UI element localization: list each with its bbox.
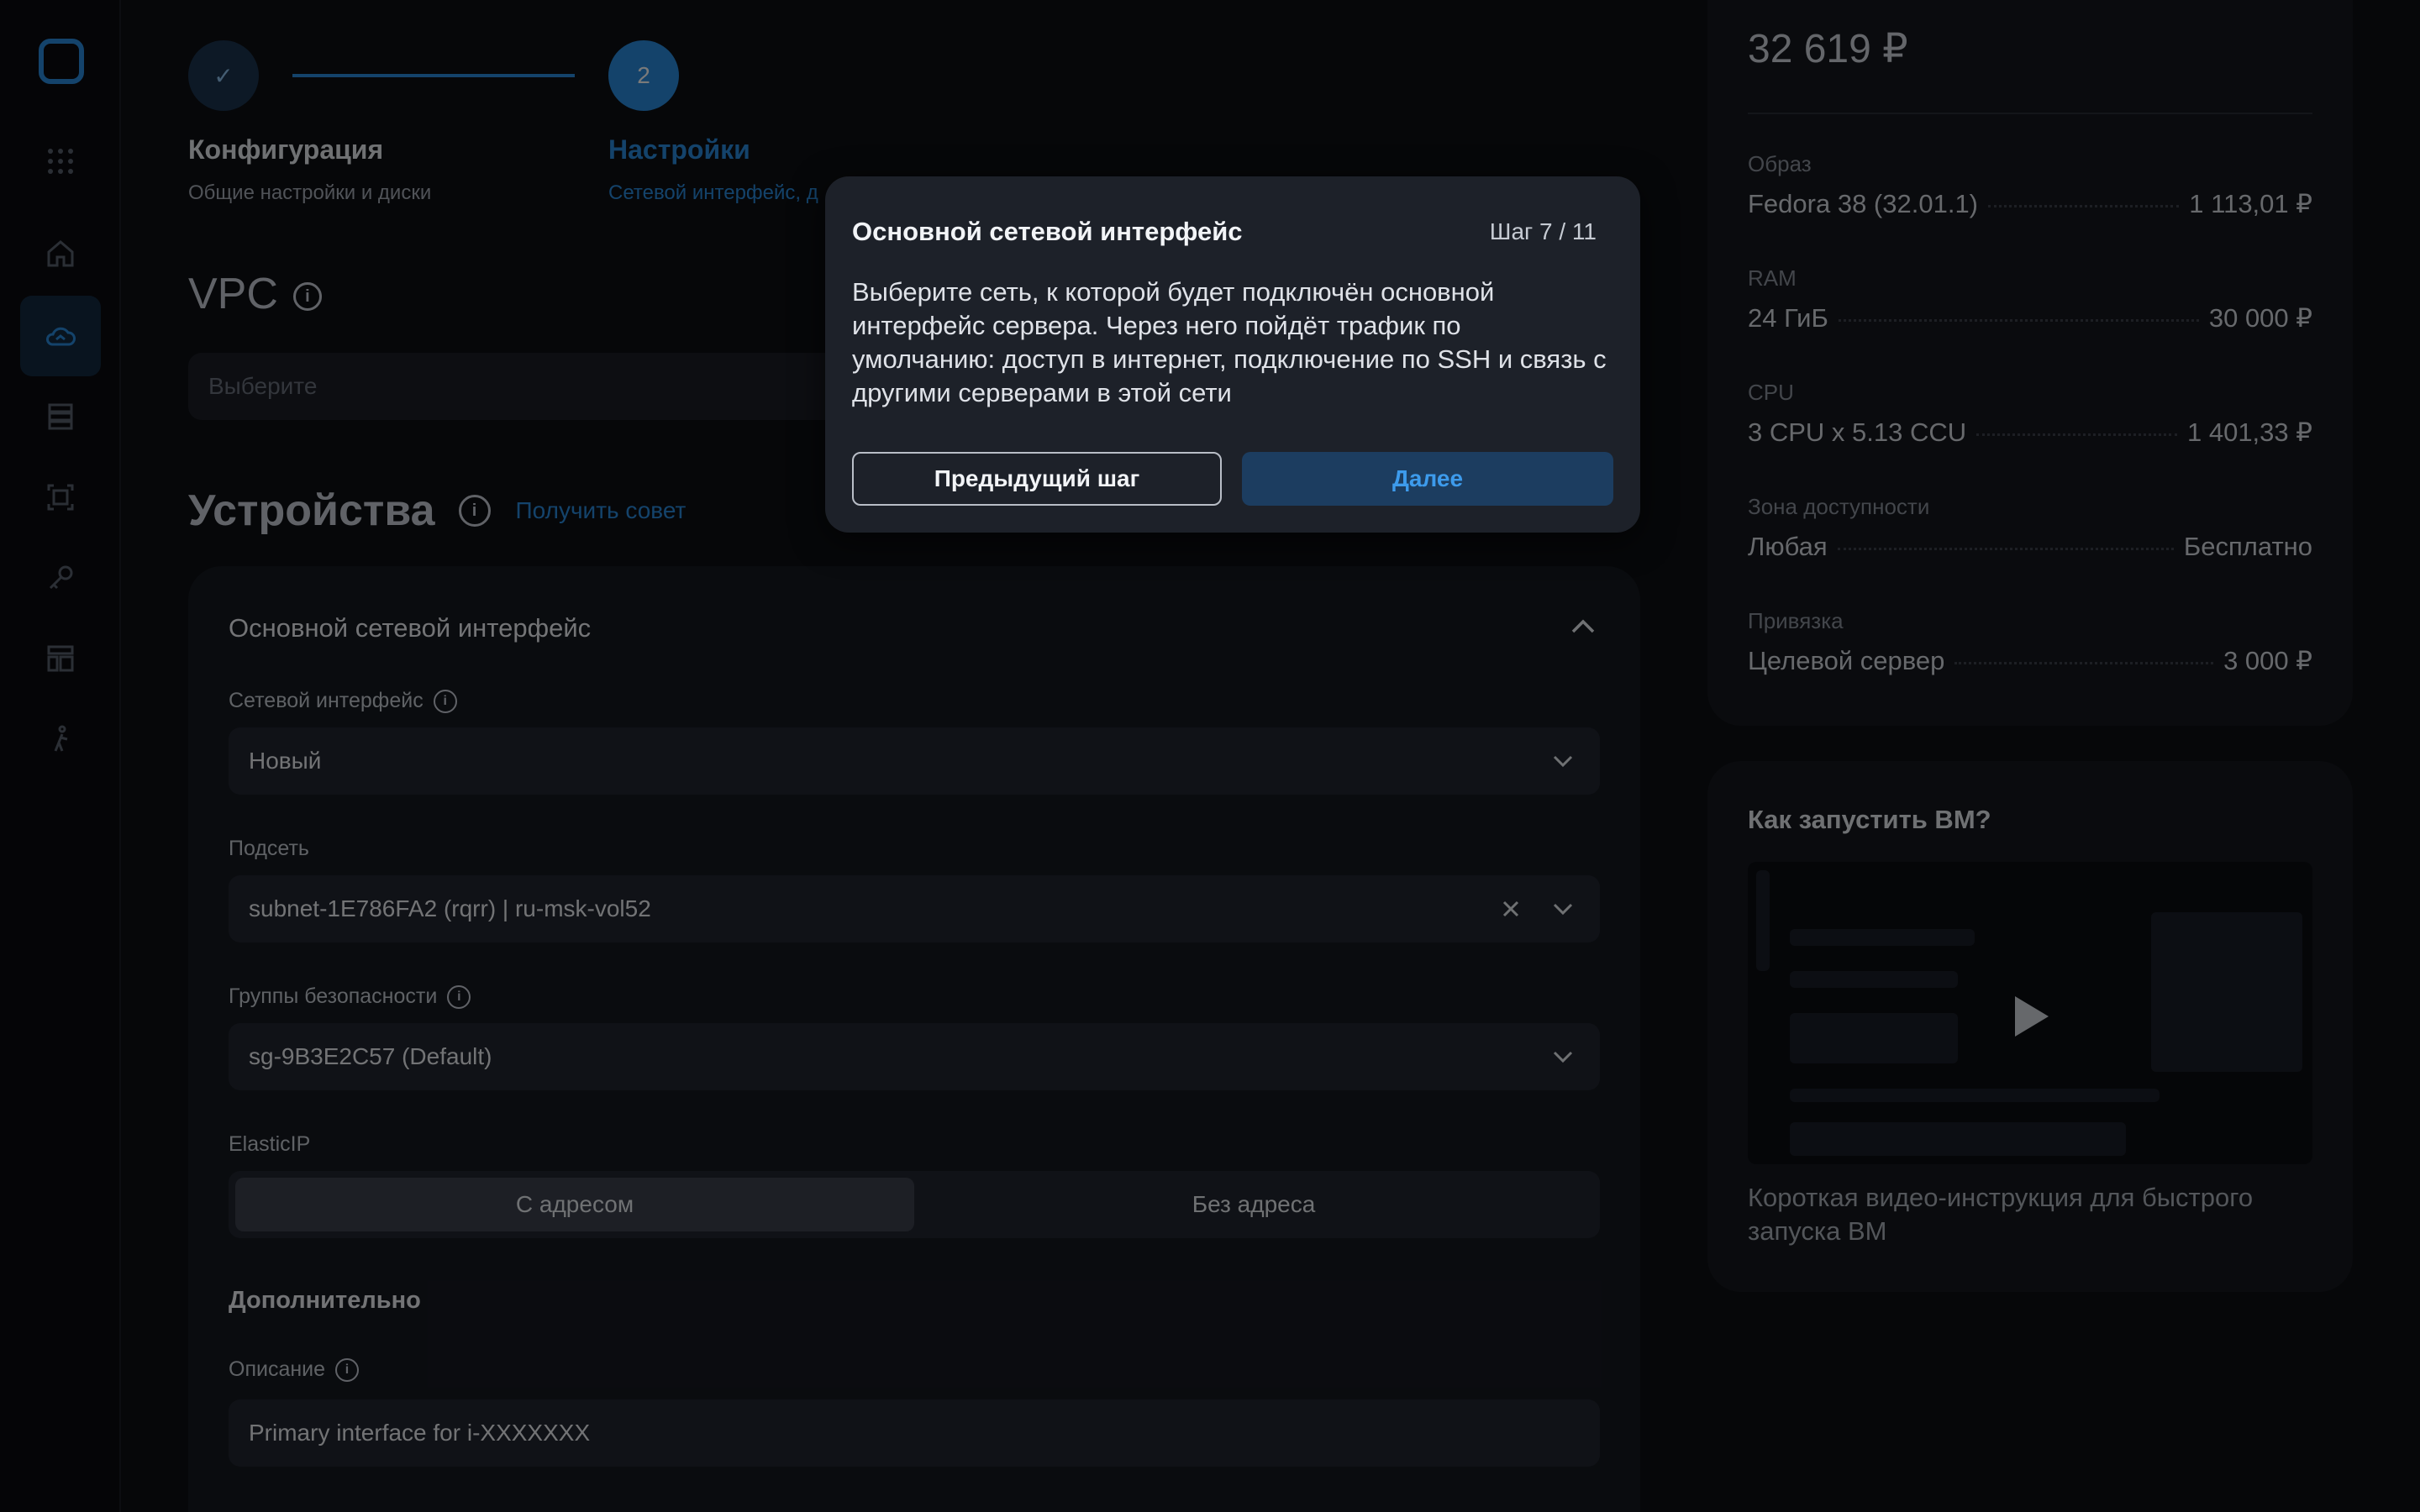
security-groups-value: sg-9B3E2C57 (Default) xyxy=(249,1043,492,1069)
elastic-ip-label: ElasticIP xyxy=(229,1132,310,1157)
subnet-select[interactable]: subnet-1E786FA2 (rqrr) | ru-msk-vol52 xyxy=(229,875,1600,942)
step2-subtitle: Сетевой интерфейс, д xyxy=(608,181,818,204)
popover-step-counter: Шаг 7 / 11 xyxy=(1489,218,1597,244)
description-value: Primary interface for i-XXXXXXX xyxy=(249,1420,591,1446)
summary-row-cpu: CPU 3 CPU x 5.13 CCU 1 401,33 ₽ xyxy=(1748,380,2312,448)
description-label-text: Описание xyxy=(229,1357,326,1381)
chevron-down-icon[interactable] xyxy=(1546,1040,1580,1074)
info-icon[interactable]: i xyxy=(335,1357,360,1382)
devices-heading: Устройства i Получить совет xyxy=(188,486,686,536)
subnet-value: subnet-1E786FA2 (rqrr) | ru-msk-vol52 xyxy=(249,895,651,921)
divider xyxy=(1748,113,2312,114)
apps-grid-icon[interactable] xyxy=(20,121,101,202)
subnet-label: Подсеть xyxy=(229,837,309,861)
card-title: Основной сетевой интерфейс xyxy=(229,613,592,643)
summary-name: Fedora 38 (32.01.1) xyxy=(1748,189,1979,218)
security-groups-label-text: Группы безопасности xyxy=(229,984,438,1008)
vpc-title: VPC xyxy=(188,270,278,318)
vpc-heading: VPC i xyxy=(188,269,322,319)
additional-section-title: Дополнительно xyxy=(229,1287,421,1314)
summary-price: 30 000 ₽ xyxy=(2208,303,2312,333)
get-tip-link[interactable]: Получить совет xyxy=(516,497,687,524)
storage-icon[interactable] xyxy=(20,376,101,457)
container-icon[interactable] xyxy=(20,457,101,538)
summary-price: 1 401,33 ₽ xyxy=(2186,417,2312,447)
person-icon[interactable] xyxy=(20,699,101,780)
play-icon[interactable] xyxy=(2015,996,2049,1037)
step1-title[interactable]: Конфигурация xyxy=(188,134,383,165)
total-price: 32 619 ₽ xyxy=(1748,27,1908,71)
elastic-ip-label-text: ElasticIP xyxy=(229,1132,311,1156)
video-instruction-card: Как запустить ВМ? Короткая видео-инструк… xyxy=(1707,761,2353,1292)
network-interface-label: Сетевой интерфейс i xyxy=(229,689,457,713)
elastic-ip-without-address[interactable]: Без адреса xyxy=(914,1178,1593,1231)
summary-row-binding: Привязка Целевой сервер 3 000 ₽ xyxy=(1748,608,2312,676)
step2-title[interactable]: Настройки xyxy=(608,134,750,165)
price-summary-panel: 32 619 ₽ Образ Fedora 38 (32.01.1) 1 113,… xyxy=(1707,0,2353,726)
vpc-placeholder: Выберите xyxy=(208,373,318,399)
step-connector xyxy=(292,74,575,77)
summary-row-ram: RAM 24 ГиБ 30 000 ₽ xyxy=(1748,265,2312,333)
summary-name: Любая xyxy=(1748,532,1828,561)
home-icon[interactable] xyxy=(20,213,101,294)
clear-icon[interactable] xyxy=(1496,894,1526,924)
devices-title: Устройства xyxy=(188,486,435,535)
network-interface-label-text: Сетевой интерфейс xyxy=(229,689,424,712)
summary-price: 1 113,01 ₽ xyxy=(2189,189,2312,218)
chevron-down-icon[interactable] xyxy=(1546,744,1580,778)
summary-name: 24 ГиБ xyxy=(1748,303,1828,333)
chevron-up-icon[interactable] xyxy=(1566,610,1600,643)
previous-step-button[interactable]: Предыдущий шаг xyxy=(852,452,1222,506)
dashboard-icon[interactable] xyxy=(20,618,101,699)
info-icon[interactable]: i xyxy=(433,689,457,713)
network-interface-select[interactable]: Новый xyxy=(229,727,1600,795)
step-current-number[interactable]: 2 xyxy=(608,40,679,111)
info-icon[interactable]: i xyxy=(292,282,322,312)
info-icon[interactable]: i xyxy=(447,984,471,1009)
video-thumbnail[interactable] xyxy=(1748,862,2312,1164)
summary-label: Образ xyxy=(1748,151,1812,176)
summary-label: RAM xyxy=(1748,265,1797,291)
video-card-description: Короткая видео-инструкция для быстрого з… xyxy=(1748,1183,2254,1246)
logo-icon[interactable] xyxy=(39,39,84,84)
summary-price: 3 000 ₽ xyxy=(2223,646,2312,675)
summary-name: Целевой сервер xyxy=(1748,646,1945,675)
security-groups-label: Группы безопасности i xyxy=(229,984,471,1009)
chevron-down-icon[interactable] xyxy=(1546,892,1580,926)
description-label: Описание i xyxy=(229,1357,360,1382)
step-done-check-icon[interactable]: ✓ xyxy=(188,40,259,111)
key-icon[interactable] xyxy=(20,538,101,618)
description-input[interactable]: Primary interface for i-XXXXXXX xyxy=(229,1399,1600,1467)
summary-label: CPU xyxy=(1748,380,1794,405)
summary-price: Бесплатно xyxy=(2183,532,2312,561)
sidebar xyxy=(0,0,121,1512)
network-interface-value: Новый xyxy=(249,748,322,774)
popover-title: Основной сетевой интерфейс xyxy=(852,217,1243,246)
summary-row-zone: Зона доступности Любая Бесплатно xyxy=(1748,494,2312,562)
summary-label: Зона доступности xyxy=(1748,494,1930,519)
step1-subtitle: Общие настройки и диски xyxy=(188,181,432,204)
cloud-home-icon[interactable] xyxy=(20,296,101,376)
summary-label: Привязка xyxy=(1748,608,1844,633)
security-groups-select[interactable]: sg-9B3E2C57 (Default) xyxy=(229,1023,1600,1090)
info-icon[interactable]: i xyxy=(458,495,491,527)
summary-name: 3 CPU x 5.13 CCU xyxy=(1748,417,1967,447)
elastic-ip-toggle: С адресом Без адреса xyxy=(229,1171,1600,1238)
video-card-title: Как запустить ВМ? xyxy=(1748,805,1991,834)
popover-text: Выберите сеть, к которой будет подключён… xyxy=(852,277,1607,407)
tour-popover: Основной сетевой интерфейс Шаг 7 / 11 Вы… xyxy=(825,176,1640,533)
subnet-label-text: Подсеть xyxy=(229,837,309,860)
elastic-ip-with-address[interactable]: С адресом xyxy=(235,1178,914,1231)
primary-interface-card: Основной сетевой интерфейс Сетевой интер… xyxy=(188,566,1640,1512)
next-button[interactable]: Далее xyxy=(1242,452,1613,506)
summary-row-image: Образ Fedora 38 (32.01.1) 1 113,01 ₽ xyxy=(1748,151,2312,219)
